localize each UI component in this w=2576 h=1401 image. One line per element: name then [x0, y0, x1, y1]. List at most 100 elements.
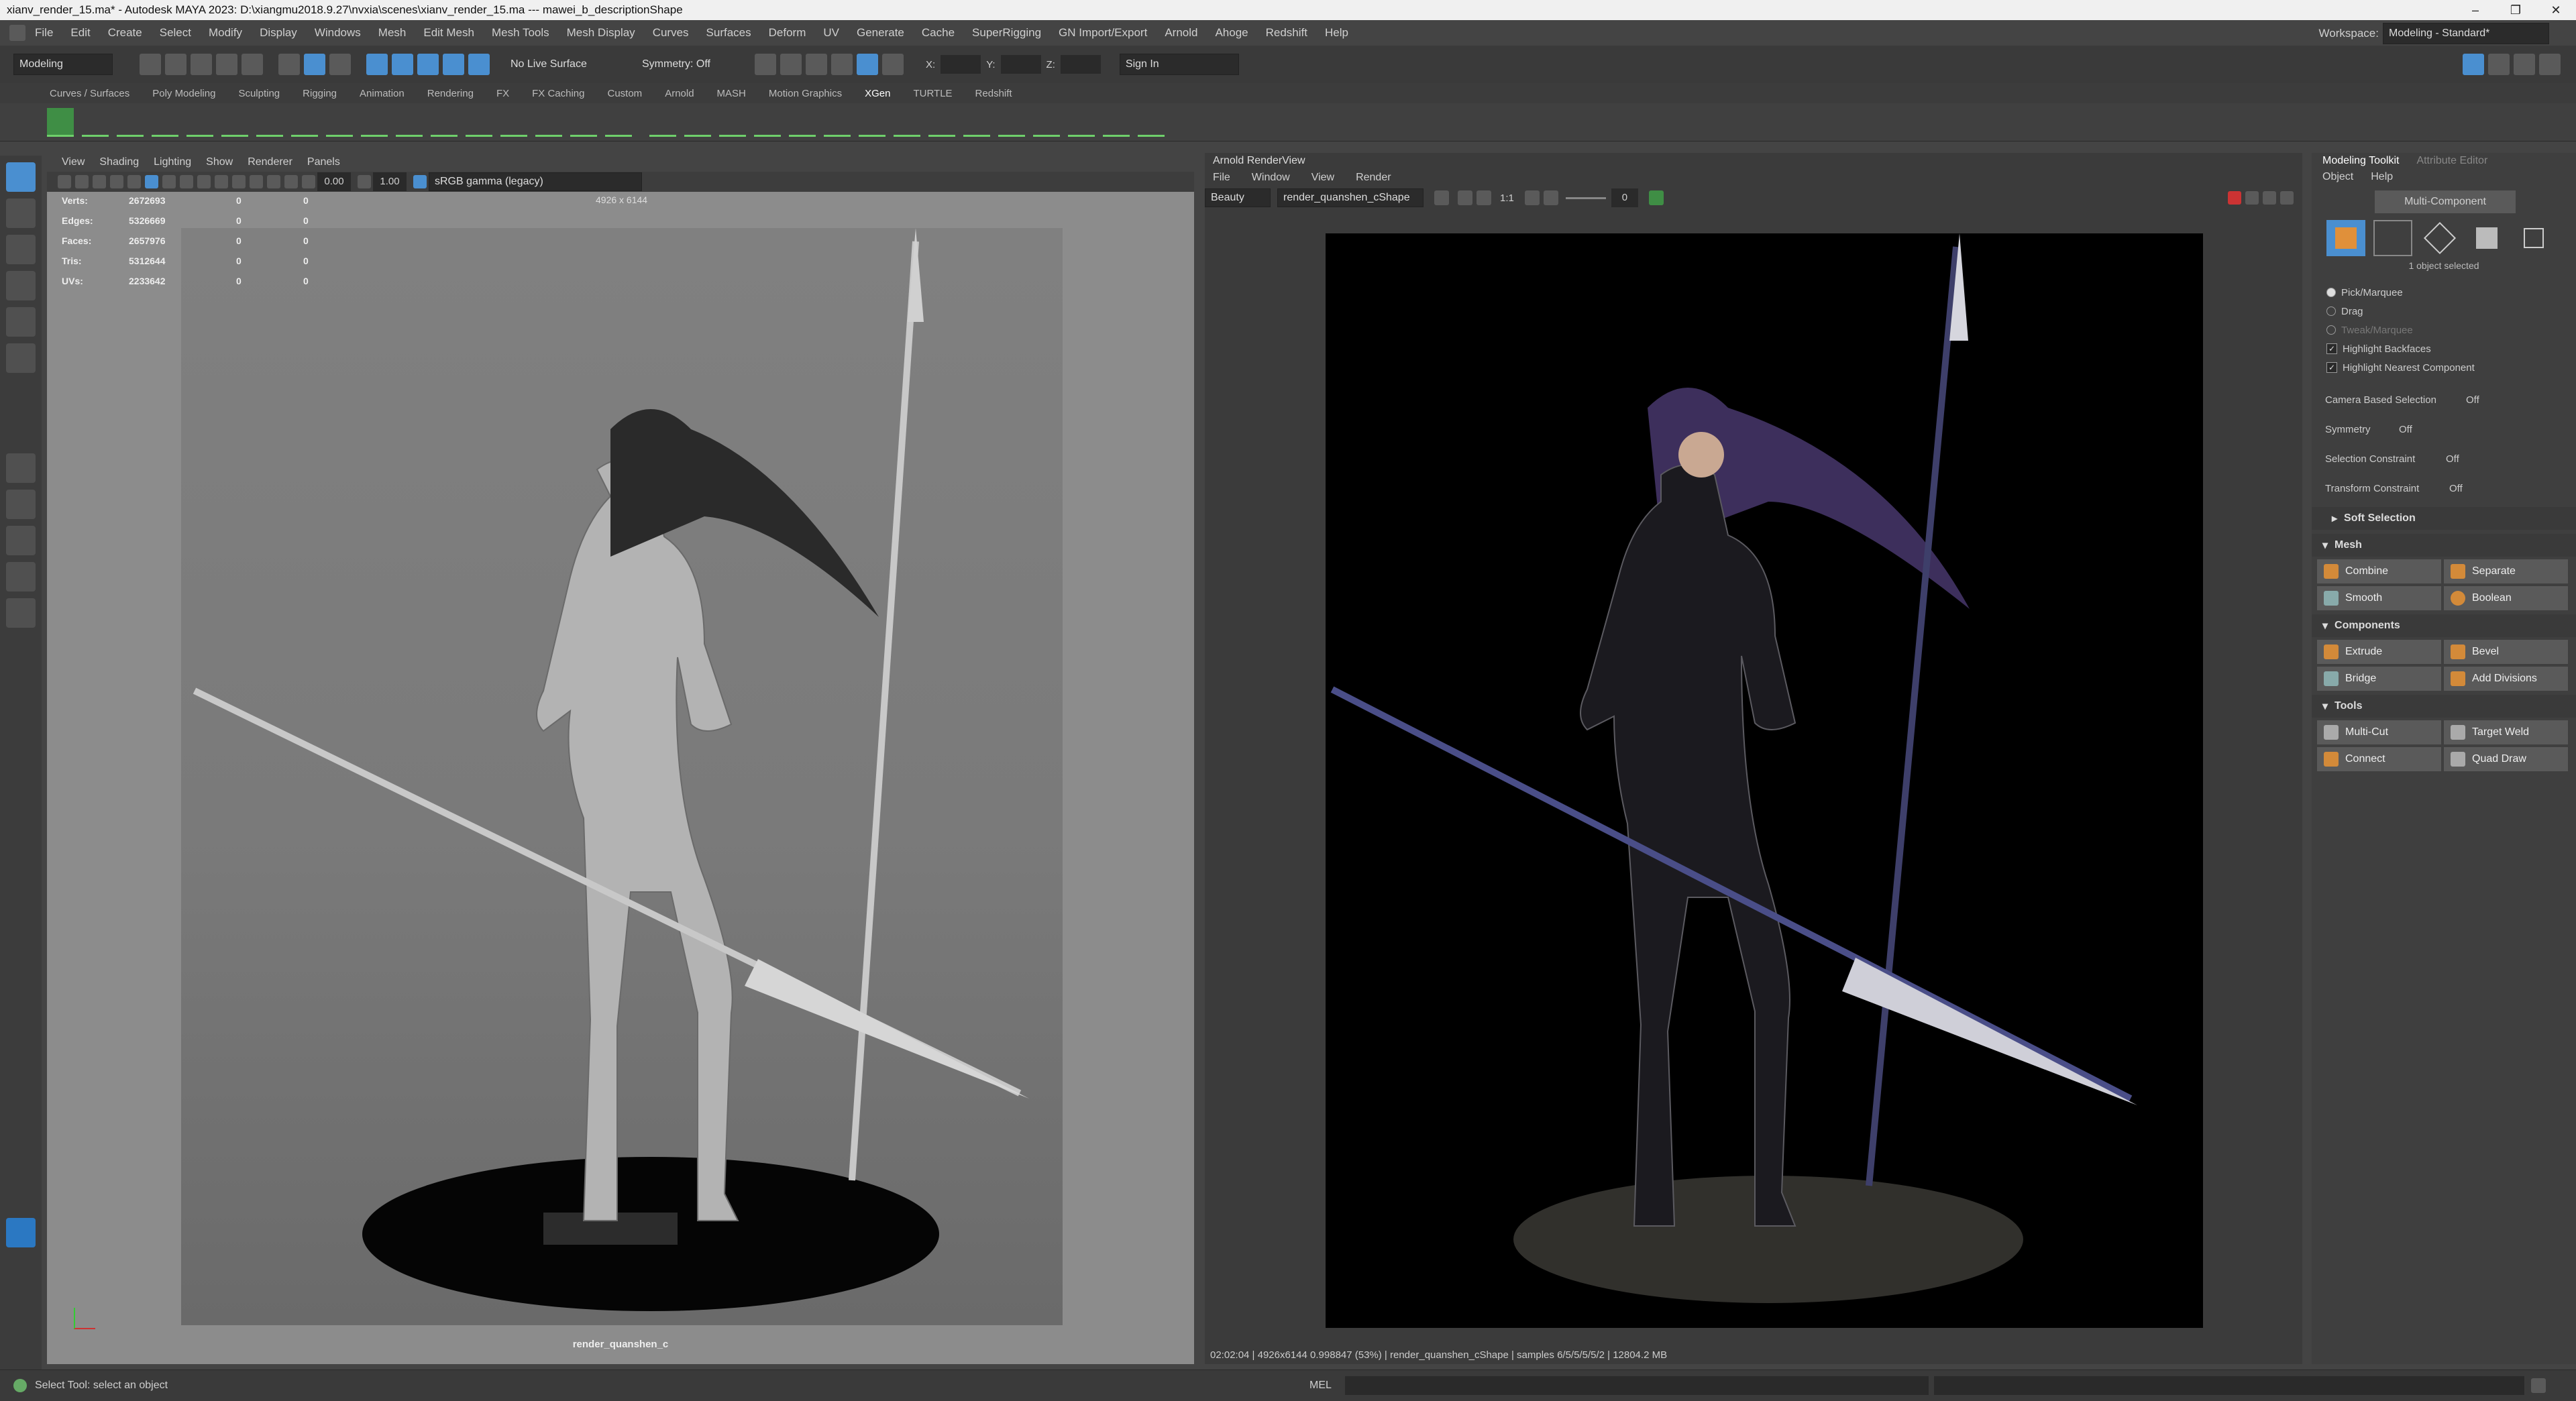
quad-draw-button[interactable]: Quad Draw	[2444, 747, 2568, 771]
guide-to-curve-icon[interactable]	[789, 108, 816, 137]
menu-surfaces[interactable]: Surfaces	[706, 26, 751, 40]
xray-icon[interactable]	[267, 175, 280, 188]
select-hierarchy-icon[interactable]	[278, 54, 300, 75]
select-brush-icon[interactable]	[535, 108, 562, 137]
menu-file[interactable]: File	[35, 26, 53, 40]
pick-marquee-radio[interactable]	[2326, 288, 2336, 297]
clump-brush-icon[interactable]	[291, 108, 318, 137]
toolkit-menu-help[interactable]: Help	[2371, 171, 2393, 183]
script-editor-icon[interactable]	[2530, 1378, 2546, 1393]
rotate-tool-icon[interactable]	[6, 307, 36, 337]
xgen-settings-icon[interactable]	[1138, 108, 1165, 137]
toolkit-menu-object[interactable]: Object	[2322, 171, 2353, 183]
highlight-nearest-option[interactable]: ✓ Highlight Nearest Component	[2326, 358, 2576, 377]
sign-in-button[interactable]: Sign In	[1119, 54, 1239, 75]
arnold-render-icon[interactable]	[857, 54, 878, 75]
separate-button[interactable]: Separate	[2444, 559, 2568, 583]
xgen-editor-icon[interactable]	[47, 107, 74, 137]
redo-icon[interactable]	[241, 54, 263, 75]
resolution-gate-icon[interactable]	[284, 175, 298, 188]
render-view-menu-render[interactable]: Render	[1356, 172, 1391, 184]
open-scene-icon[interactable]	[165, 54, 186, 75]
menu-mesh[interactable]: Mesh	[378, 26, 407, 40]
menu-superrigging[interactable]: SuperRigging	[972, 26, 1041, 40]
viewport-menu-show[interactable]: Show	[206, 156, 233, 168]
tweak-marquee-radio[interactable]	[2326, 325, 2336, 335]
cut-brush-icon[interactable]	[256, 108, 283, 137]
ipr-render-icon[interactable]	[780, 54, 802, 75]
channel-box-icon[interactable]	[2539, 54, 2561, 75]
shelf-tab-arnold[interactable]: Arnold	[665, 88, 694, 99]
shelf-tab-fx-caching[interactable]: FX Caching	[532, 88, 584, 99]
interactive-groom-icon[interactable]	[649, 108, 676, 137]
exposure-field[interactable]: 0.00	[317, 172, 351, 191]
menu-edit-mesh[interactable]: Edit Mesh	[423, 26, 474, 40]
shadows-icon[interactable]	[215, 175, 228, 188]
menu-redshift[interactable]: Redshift	[1266, 26, 1307, 40]
two-panel-layout-icon[interactable]	[6, 526, 36, 555]
density-map-icon[interactable]	[928, 108, 955, 137]
preview-icon[interactable]	[1068, 108, 1095, 137]
shelf-tab-poly-modeling[interactable]: Poly Modeling	[152, 88, 215, 99]
highlight-nearest-checkbox[interactable]: ✓	[2326, 362, 2337, 373]
shelf-tab-rigging[interactable]: Rigging	[303, 88, 337, 99]
aov-dropdown[interactable]: Beauty	[1205, 188, 1271, 207]
viewport-menu-renderer[interactable]: Renderer	[248, 156, 292, 168]
gamma-field[interactable]: 1.00	[373, 172, 407, 191]
select-object-icon[interactable]	[304, 54, 325, 75]
menu-ahoge[interactable]: Ahoge	[1215, 26, 1248, 40]
zoom-ratio-label[interactable]: 1:1	[1500, 192, 1514, 204]
shelf-tab-custom[interactable]: Custom	[608, 88, 643, 99]
wireframe-icon[interactable]	[145, 175, 158, 188]
render-view-menu-window[interactable]: Window	[1252, 172, 1290, 184]
snap-view-plane-icon[interactable]	[443, 54, 464, 75]
x-field[interactable]	[941, 55, 981, 74]
undo-icon[interactable]	[216, 54, 237, 75]
cache-icon[interactable]	[998, 108, 1025, 137]
new-scene-icon[interactable]	[140, 54, 161, 75]
menu-modify[interactable]: Modify	[209, 26, 242, 40]
menu-uv[interactable]: UV	[823, 26, 839, 40]
command-line-input[interactable]	[1344, 1376, 1929, 1395]
clear-preview-icon[interactable]	[1103, 108, 1130, 137]
select-component-icon[interactable]	[329, 54, 351, 75]
home-icon[interactable]	[9, 25, 25, 41]
snap-grid-icon[interactable]	[366, 54, 388, 75]
part-brush-icon[interactable]	[431, 108, 458, 137]
tab-modeling-toolkit[interactable]: Modeling Toolkit	[2322, 155, 2399, 167]
shelf-tab-curves-surfaces[interactable]: Curves / Surfaces	[50, 88, 129, 99]
camera-select-icon[interactable]	[58, 175, 71, 188]
create-description-icon[interactable]	[82, 108, 109, 137]
grab-brush-icon[interactable]	[570, 108, 597, 137]
live-surface-field[interactable]: No Live Surface	[505, 54, 623, 74]
multi-component-button[interactable]: Multi-Component	[2375, 190, 2516, 213]
menu-select[interactable]: Select	[160, 26, 191, 40]
bridge-button[interactable]: Bridge	[2317, 667, 2441, 691]
menu-generate[interactable]: Generate	[857, 26, 904, 40]
menu-arnold[interactable]: Arnold	[1165, 26, 1197, 40]
width-brush-icon[interactable]	[605, 108, 632, 137]
menu-curves[interactable]: Curves	[653, 26, 689, 40]
face-mode-button[interactable]	[2467, 220, 2506, 256]
shelf-tab-sculpting[interactable]: Sculpting	[238, 88, 280, 99]
rerender-icon[interactable]	[2245, 191, 2259, 205]
bookmark-icon[interactable]	[93, 175, 106, 188]
bevel-button[interactable]: Bevel	[2444, 640, 2568, 664]
components-section-header[interactable]: ▾ Components	[2312, 614, 2576, 637]
soft-selection-header[interactable]: ▸ Soft Selection	[2312, 507, 2576, 530]
render-view-menu-view[interactable]: View	[1311, 172, 1334, 184]
tweak-marquee-option[interactable]: Tweak/Marquee	[2326, 321, 2576, 339]
close-button[interactable]: ✕	[2536, 0, 2576, 20]
export-icon[interactable]	[1033, 108, 1060, 137]
select-tool-icon[interactable]	[6, 162, 36, 192]
menu-create[interactable]: Create	[108, 26, 142, 40]
camera-based-selection-row[interactable]: Camera Based Selection Off	[2325, 385, 2576, 414]
convert-to-interactive-icon[interactable]	[684, 108, 711, 137]
refresh-icon[interactable]	[1477, 190, 1491, 205]
symmetry-value[interactable]: Off	[2399, 424, 2412, 435]
scale-tool-icon[interactable]	[6, 343, 36, 373]
vertex-mode-button[interactable]	[2373, 220, 2412, 256]
groom-brush-icon[interactable]	[186, 108, 213, 137]
render-settings-gear-icon[interactable]	[2280, 191, 2294, 205]
shelf-tab-turtle[interactable]: TURTLE	[913, 88, 952, 99]
